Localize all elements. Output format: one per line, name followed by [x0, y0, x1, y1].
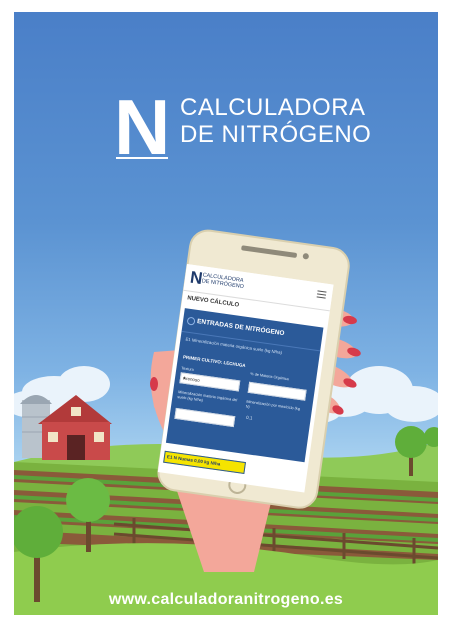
- mineralization-rate-label: Mineralización por mes/ciclo (kg N): [245, 399, 301, 412]
- mineralization-label: Mineralización materia orgánica del suel…: [177, 390, 238, 403]
- mineralization-input[interactable]: [174, 407, 236, 428]
- logo-underline: [116, 157, 168, 159]
- organic-matter-input[interactable]: [247, 381, 307, 401]
- result-badge: E1 N Numas 0,00 kg N/ha: [163, 450, 246, 475]
- phone-screen: N CALCULADORA DE NITRÓGENO NUEVO CÁLCULO…: [157, 264, 334, 493]
- logo-text: CALCULADORA DE NITRÓGENO: [180, 94, 371, 148]
- poster: N CALCULADORA DE NITRÓGENO NUEVO CÁLCULO…: [14, 12, 438, 615]
- crop-label: PRIMER CULTIVO: LECHUGA: [182, 354, 246, 369]
- nitrogen-inputs-panel: ENTRADAS DE NITRÓGENO E1 Mineralización …: [165, 308, 324, 463]
- mineralization-rate-value: 0,1: [245, 414, 253, 421]
- app-logo-text: CALCULADORA DE NITRÓGENO: [201, 272, 245, 290]
- organic-matter-label: % de Materia Orgánica: [250, 371, 290, 382]
- texture-select[interactable]: Arenoso ▾: [179, 372, 241, 392]
- collapse-circle-icon[interactable]: [186, 316, 196, 326]
- logo-line1: CALCULADORA: [180, 94, 366, 121]
- chevron-down-icon: ▾: [182, 375, 186, 381]
- website-url[interactable]: www.calculadoranitrogeno.es: [14, 591, 438, 609]
- logo-line2: DE NITRÓGENO: [180, 121, 372, 148]
- hamburger-menu-icon[interactable]: [316, 290, 327, 300]
- result-text: E1 N Numas 0,00 kg N/ha: [166, 454, 221, 467]
- logo-letter: N: [114, 83, 170, 171]
